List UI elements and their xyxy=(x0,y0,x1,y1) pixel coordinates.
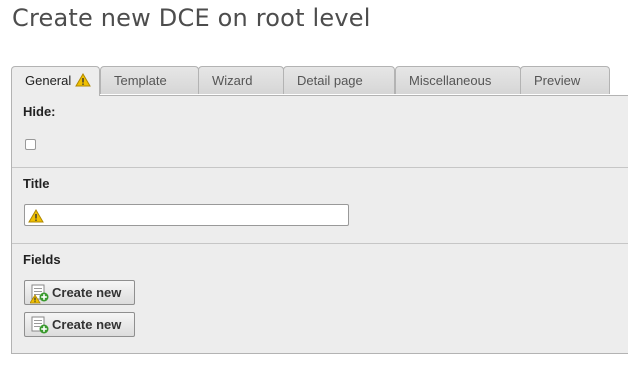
tab-label: Wizard xyxy=(212,73,253,88)
tab-label: Preview xyxy=(534,73,581,88)
tab-preview[interactable]: Preview xyxy=(520,66,610,94)
new-record-icon xyxy=(29,284,50,307)
warning-icon xyxy=(75,69,92,96)
title-section: Title xyxy=(12,168,628,244)
hide-label: Hide: xyxy=(23,104,56,119)
tab-label: General xyxy=(25,73,72,88)
create-new-button[interactable]: Create new xyxy=(24,312,135,337)
tab-detail-page[interactable]: Detail page xyxy=(283,66,395,94)
hide-checkbox[interactable] xyxy=(25,139,36,150)
tab-general[interactable]: General xyxy=(11,66,100,96)
fields-section: Fields Create new Create new xyxy=(12,244,628,355)
tab-miscellaneous[interactable]: Miscellaneous xyxy=(395,66,521,94)
form-panel: Hide: Title Fields Create new Create new xyxy=(11,95,628,354)
hide-section: Hide: xyxy=(12,96,628,168)
create-new-label: Create new xyxy=(52,285,122,300)
warning-icon xyxy=(28,208,44,227)
create-new-label: Create new xyxy=(52,317,122,332)
create-new-button[interactable]: Create new xyxy=(24,280,135,305)
new-record-icon xyxy=(30,316,50,339)
title-input[interactable] xyxy=(24,204,349,226)
page-title: Create new DCE on root level xyxy=(12,4,371,32)
title-label: Title xyxy=(23,176,50,191)
tab-template[interactable]: Template xyxy=(100,66,199,94)
tab-wizard[interactable]: Wizard xyxy=(198,66,284,94)
tab-label: Miscellaneous xyxy=(409,73,492,88)
tab-label: Template xyxy=(114,73,167,88)
fields-label: Fields xyxy=(23,252,61,267)
tab-bar: General Template Wizard Detail page Misc… xyxy=(11,66,628,96)
tab-label: Detail page xyxy=(297,73,363,88)
